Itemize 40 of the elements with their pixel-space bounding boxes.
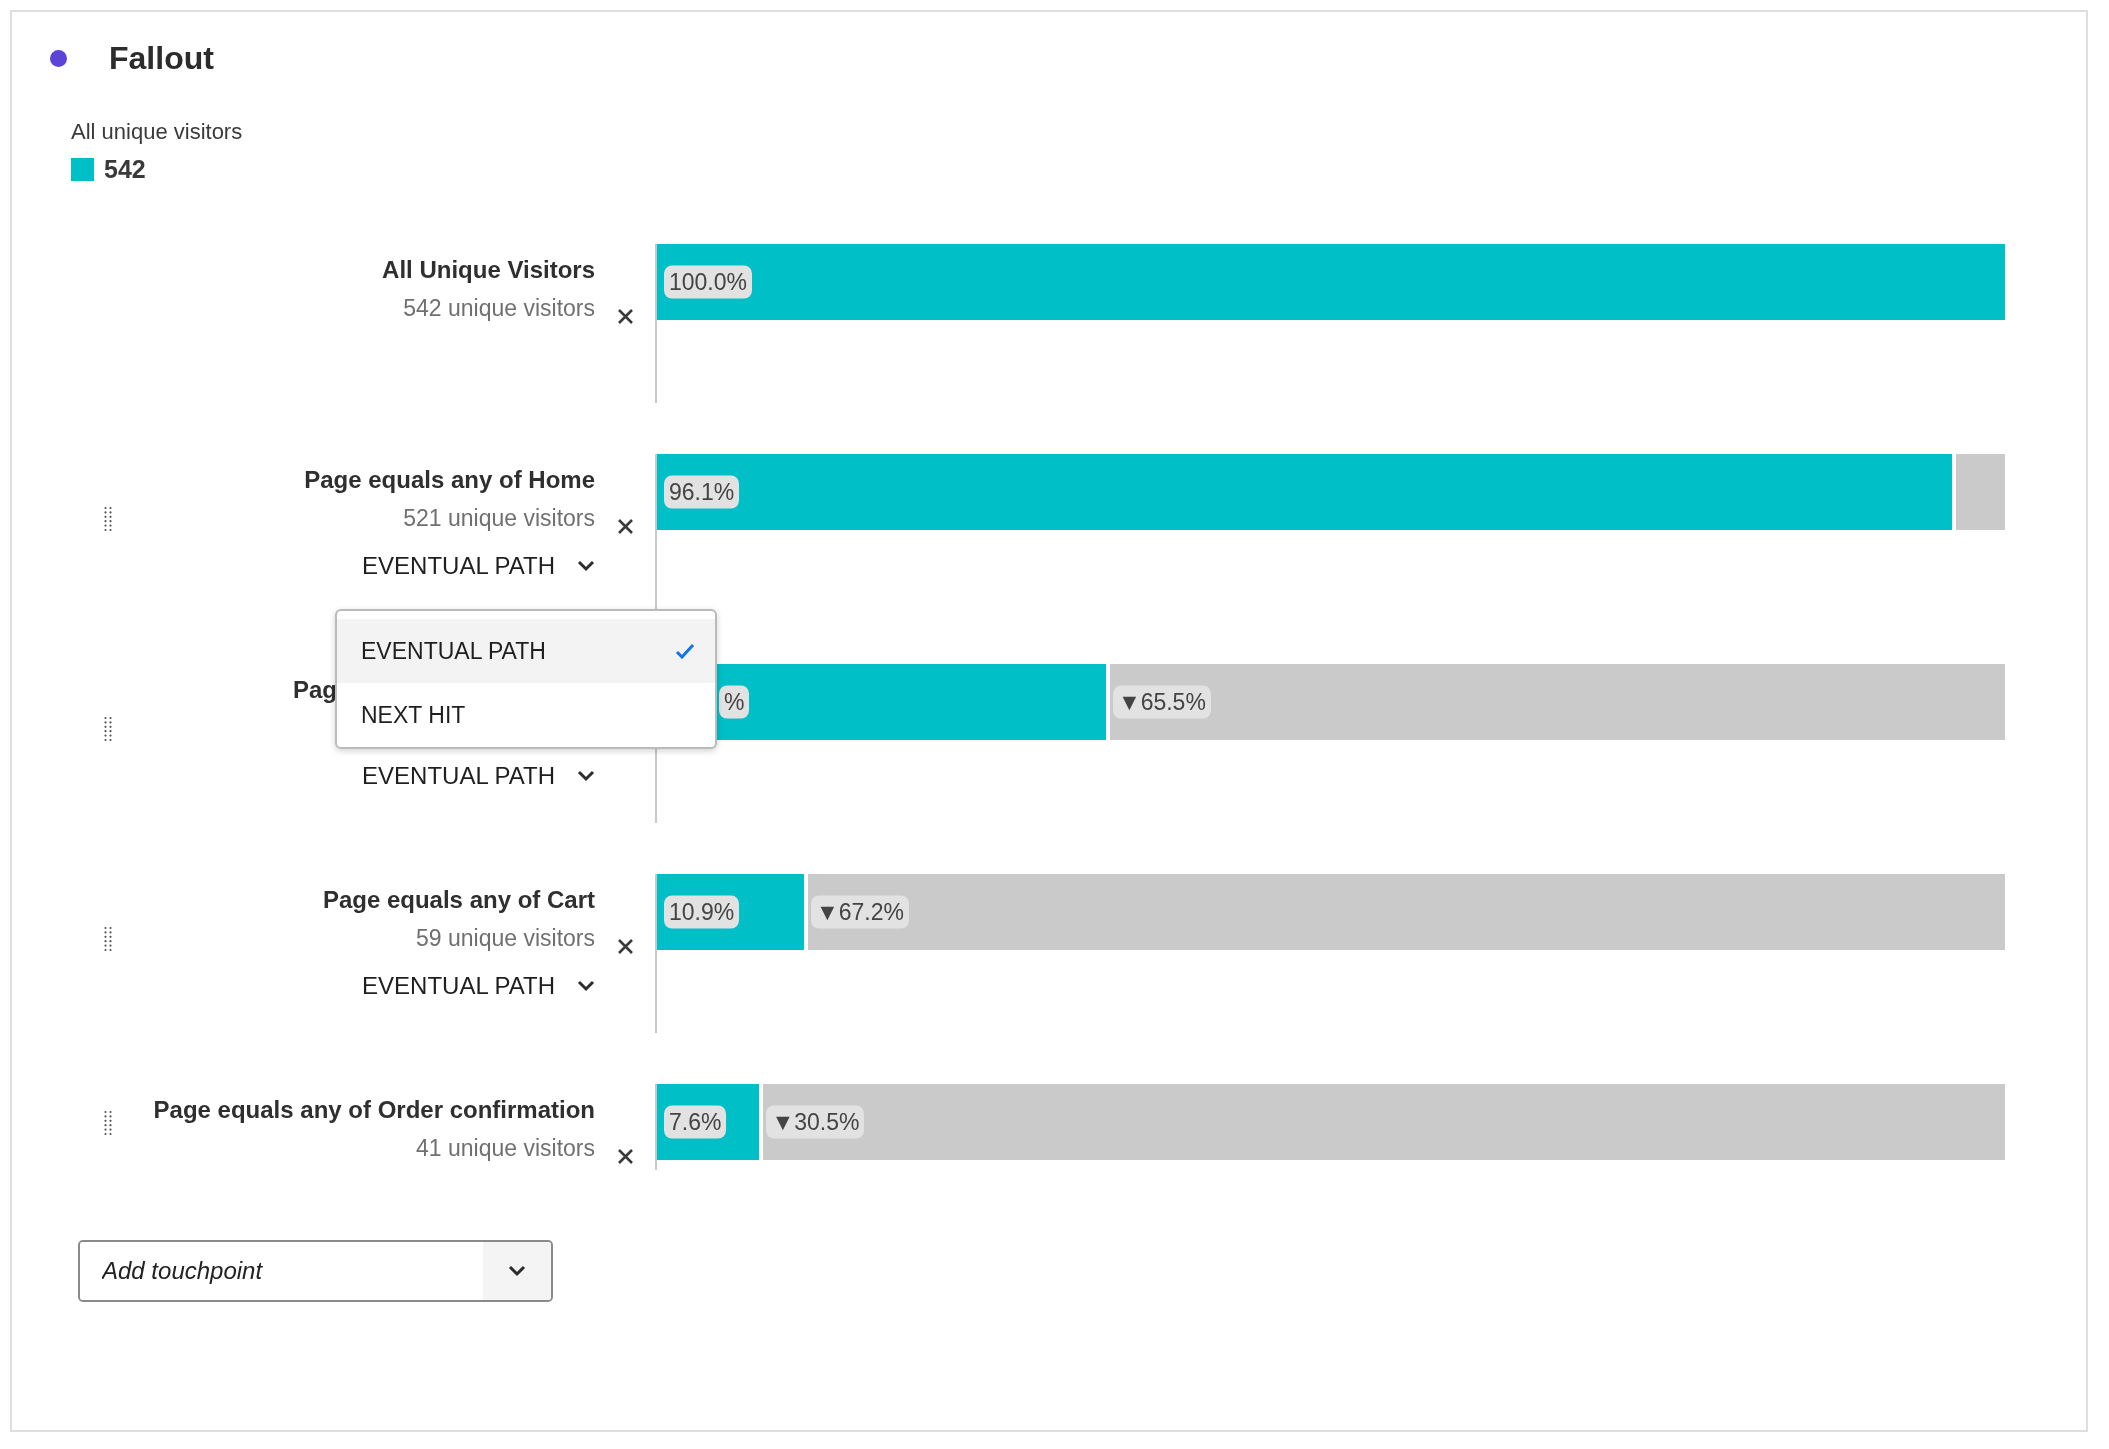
- visitor-count: 59 unique visitors: [416, 925, 595, 952]
- chevron-icon: [577, 560, 595, 572]
- drag-handle[interactable]: [104, 716, 112, 742]
- chevron-icon: [577, 980, 595, 992]
- menu-item[interactable]: EVENTUAL PATH: [337, 619, 715, 683]
- path-dropdown[interactable]: EVENTUAL PATH: [362, 552, 595, 580]
- close-icon[interactable]: [617, 518, 634, 535]
- path-dropdown[interactable]: EVENTUAL PATH: [362, 972, 595, 1000]
- segment-label: All unique visitors: [71, 119, 244, 145]
- chevron-icon: [577, 770, 595, 782]
- drag-handle[interactable]: [104, 1110, 112, 1136]
- panel-title: Fallout: [109, 40, 214, 77]
- drag-handle[interactable]: [104, 926, 112, 952]
- path-dropdown[interactable]: EVENTUAL PATH: [362, 762, 595, 790]
- visitor-count: 41 unique visitors: [416, 1135, 595, 1162]
- percent-label: 10.9%: [664, 895, 740, 929]
- percent-label: 96.1%: [664, 475, 740, 509]
- percent-label: 7.6%: [664, 1105, 727, 1139]
- touchpoint-title: Page equals any of Order confirmation: [153, 1095, 595, 1124]
- percent-label: 100.0%: [664, 265, 752, 299]
- legend-swatch: [71, 158, 94, 181]
- percent-label: %: [719, 685, 750, 719]
- touchpoint-title: Pag: [293, 675, 338, 704]
- checkmark-icon: [675, 643, 695, 659]
- falloff-label: ▼30.5%: [766, 1105, 865, 1139]
- segment-count: 542: [104, 155, 146, 184]
- touchpoint-title: Page equals any of Cart: [322, 885, 595, 914]
- close-icon[interactable]: [617, 1148, 634, 1165]
- menu-item[interactable]: NEXT HIT: [337, 683, 715, 747]
- close-icon[interactable]: [617, 308, 634, 325]
- visitor-count: 542 unique visitors: [403, 295, 595, 322]
- status-dot-icon: [50, 50, 67, 67]
- falloff-label: ▼67.2%: [810, 895, 909, 929]
- falloff-label: ▼65.5%: [1112, 685, 1211, 719]
- close-icon[interactable]: [617, 938, 634, 955]
- visitor-count: 521 unique visitors: [403, 505, 595, 532]
- chevron-icon: [508, 1265, 526, 1277]
- drag-handle[interactable]: [104, 506, 112, 532]
- touchpoint-title: All Unique Visitors: [382, 255, 595, 284]
- touchpoint-title: Page equals any of Home: [304, 465, 595, 494]
